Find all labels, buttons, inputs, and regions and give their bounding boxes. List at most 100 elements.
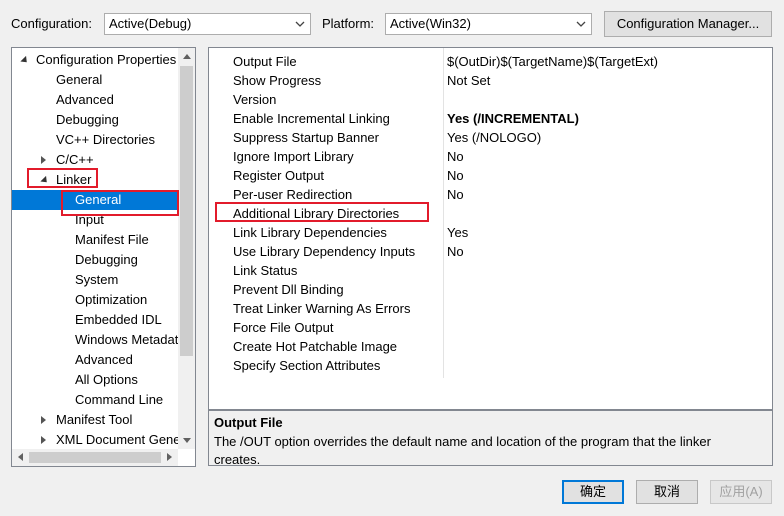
property-row-per-user-redirection[interactable]: Per-user Redirection No xyxy=(209,185,772,204)
tree-item-label: C/C++ xyxy=(56,152,94,167)
tree-item-debugging[interactable]: Debugging xyxy=(12,110,178,130)
property-row-register-output[interactable]: Register Output No xyxy=(209,166,772,185)
tree-item-label: All Options xyxy=(75,372,138,387)
property-row-use-library-dependency-inputs[interactable]: Use Library Dependency Inputs No xyxy=(209,242,772,261)
property-row-ignore-import-library[interactable]: Ignore Import Library No xyxy=(209,147,772,166)
tree-item-label: Manifest Tool xyxy=(56,412,133,427)
platform-label: Platform: xyxy=(322,16,375,31)
tree-item-advanced[interactable]: Advanced xyxy=(12,90,178,110)
property-row-suppress-startup-banner[interactable]: Suppress Startup Banner Yes (/NOLOGO) xyxy=(209,128,772,147)
platform-dropdown[interactable]: Active(Win32) xyxy=(385,13,592,35)
property-row-link-library-dependencies[interactable]: Link Library Dependencies Yes xyxy=(209,223,772,242)
property-row-specify-section-attributes[interactable]: Specify Section Attributes xyxy=(209,356,772,375)
property-name: Register Output xyxy=(233,168,325,183)
property-name: Ignore Import Library xyxy=(233,149,354,164)
property-name: Treat Linker Warning As Errors xyxy=(233,301,411,316)
scroll-down-icon[interactable] xyxy=(183,438,191,443)
tree-vertical-scrollbar[interactable] xyxy=(178,48,195,449)
expanded-triangle-icon[interactable] xyxy=(20,55,30,66)
ok-button[interactable]: 确定 xyxy=(562,480,624,504)
property-value[interactable]: Yes (/NOLOGO) xyxy=(447,128,541,147)
tree-item-label: Linker xyxy=(56,172,92,187)
tree-item-command-line[interactable]: Command Line xyxy=(12,390,178,410)
description-text: The /OUT option overrides the default na… xyxy=(214,434,711,467)
property-name: Per-user Redirection xyxy=(233,187,353,202)
property-value[interactable]: No xyxy=(447,185,464,204)
property-name: Suppress Startup Banner xyxy=(233,130,379,145)
tree-item-windows-metadata[interactable]: Windows Metadata xyxy=(12,330,178,350)
property-value[interactable]: $(OutDir)$(TargetName)$(TargetExt) xyxy=(447,52,658,71)
collapsed-triangle-icon[interactable] xyxy=(41,156,46,164)
property-row-additional-library-directories[interactable]: Additional Library Directories xyxy=(209,204,772,223)
tree-item-system[interactable]: System xyxy=(12,270,178,290)
tree-item-xml-document-generator[interactable]: XML Document Generator xyxy=(12,430,178,450)
chevron-down-icon xyxy=(295,21,305,27)
collapsed-triangle-icon[interactable] xyxy=(41,436,46,444)
cancel-button[interactable]: 取消 xyxy=(636,480,698,504)
property-name: Prevent Dll Binding xyxy=(233,282,344,297)
property-value[interactable]: No xyxy=(447,242,464,261)
property-name: Link Library Dependencies xyxy=(233,225,387,240)
tree-item-label: Command Line xyxy=(75,392,164,407)
apply-button[interactable]: 应用(A) xyxy=(710,480,772,504)
property-value[interactable]: No xyxy=(447,166,464,185)
tree-item-label: General xyxy=(56,72,103,87)
scroll-left-icon[interactable] xyxy=(18,453,23,461)
property-row-show-progress[interactable]: Show Progress Not Set xyxy=(209,71,772,90)
configuration-value: Active(Debug) xyxy=(109,16,192,31)
property-name: Link Status xyxy=(233,263,298,278)
collapsed-triangle-icon[interactable] xyxy=(41,416,46,424)
tree-item-embedded-idl[interactable]: Embedded IDL xyxy=(12,310,178,330)
expanded-triangle-icon[interactable] xyxy=(40,175,50,186)
property-row-link-status[interactable]: Link Status xyxy=(209,261,772,280)
property-name: Additional Library Directories xyxy=(233,206,400,221)
property-value[interactable]: Yes xyxy=(447,223,468,242)
property-row-force-file-output[interactable]: Force File Output xyxy=(209,318,772,337)
property-tree[interactable]: Configuration Properties General Advanced D… xyxy=(11,47,196,467)
tree-item-debugging[interactable]: Debugging xyxy=(12,250,178,270)
tree-item-advanced[interactable]: Advanced xyxy=(12,350,178,370)
tree-horizontal-scrollbar[interactable] xyxy=(12,449,178,466)
property-name: Force File Output xyxy=(233,320,334,335)
property-name: Version xyxy=(233,92,277,107)
tree-item-c-c[interactable]: C/C++ xyxy=(12,150,178,170)
tree-item-input[interactable]: Input xyxy=(12,210,178,230)
tree-horizontal-scroll-thumb[interactable] xyxy=(29,452,161,463)
configuration-label: Configuration: xyxy=(11,16,92,31)
property-row-create-hot-patchable-image[interactable]: Create Hot Patchable Image xyxy=(209,337,772,356)
tree-item-manifest-tool[interactable]: Manifest Tool xyxy=(12,410,178,430)
configuration-dropdown[interactable]: Active(Debug) xyxy=(104,13,311,35)
tree-vertical-scroll-thumb[interactable] xyxy=(180,66,193,356)
property-value[interactable]: Yes (/INCREMENTAL) xyxy=(447,109,579,128)
chevron-down-icon xyxy=(576,21,586,27)
property-row-enable-incremental-linking[interactable]: Enable Incremental Linking Yes (/INCREMEN… xyxy=(209,109,772,128)
platform-value: Active(Win32) xyxy=(390,16,471,31)
description-pane: Output File The /OUT option overrides th… xyxy=(208,410,773,467)
property-grid[interactable]: Output File $(OutDir)$(TargetName)$(Targe… xyxy=(208,47,773,410)
tree-item-all-options[interactable]: All Options xyxy=(12,370,178,390)
tree-item-label: Input xyxy=(75,212,104,227)
scroll-up-icon[interactable] xyxy=(183,54,191,59)
property-name: Output File xyxy=(233,54,297,69)
tree-item-general[interactable]: General xyxy=(12,190,178,210)
tree-item-label: General xyxy=(75,192,122,207)
property-row-treat-linker-warning-as-errors[interactable]: Treat Linker Warning As Errors xyxy=(209,299,772,318)
property-name: Use Library Dependency Inputs xyxy=(233,244,416,259)
tree-item-label: VC++ Directories xyxy=(56,132,155,147)
configuration-manager-button[interactable]: Configuration Manager... xyxy=(604,11,772,37)
property-row-output-file[interactable]: Output File $(OutDir)$(TargetName)$(Targe… xyxy=(209,52,772,71)
property-name: Enable Incremental Linking xyxy=(233,111,390,126)
tree-item-configuration-properties[interactable]: Configuration Properties xyxy=(12,50,178,70)
tree-item-label: Configuration Properties xyxy=(36,52,177,67)
scroll-right-icon[interactable] xyxy=(167,453,172,461)
property-row-version[interactable]: Version xyxy=(209,90,772,109)
tree-item-manifest-file[interactable]: Manifest File xyxy=(12,230,178,250)
property-value[interactable]: No xyxy=(447,147,464,166)
tree-item-label: Debugging xyxy=(75,252,138,267)
tree-item-vc-directories[interactable]: VC++ Directories xyxy=(12,130,178,150)
property-row-prevent-dll-binding[interactable]: Prevent Dll Binding xyxy=(209,280,772,299)
tree-item-general[interactable]: General xyxy=(12,70,178,90)
property-value[interactable]: Not Set xyxy=(447,71,490,90)
tree-item-optimization[interactable]: Optimization xyxy=(12,290,178,310)
tree-item-linker[interactable]: Linker xyxy=(12,170,178,190)
